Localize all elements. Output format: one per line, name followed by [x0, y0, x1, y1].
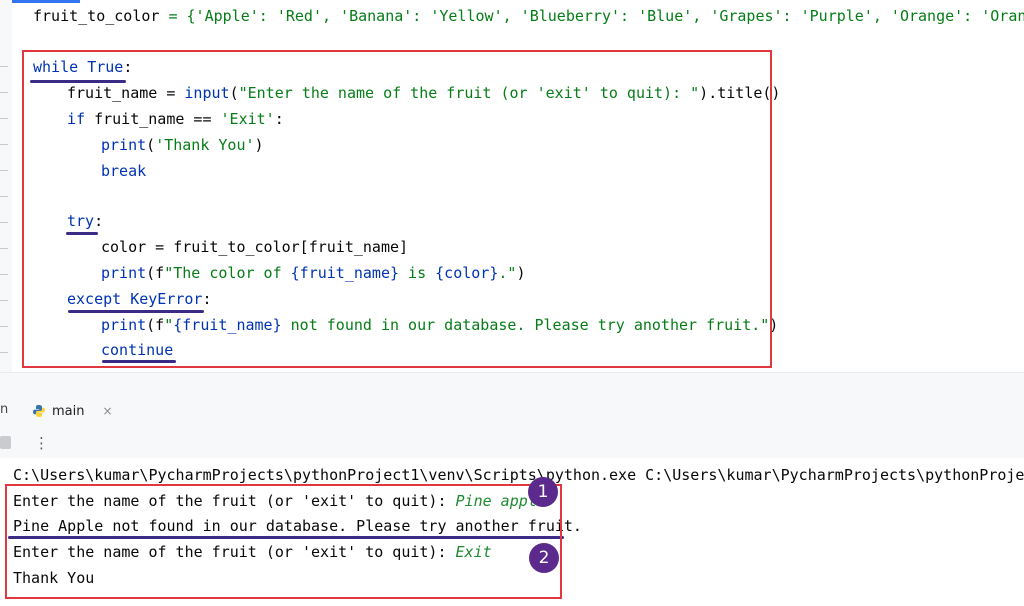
- python-icon: [33, 405, 45, 417]
- run-toolbar: ⋮: [0, 428, 1024, 458]
- run-tab-bar: n main ×: [0, 394, 1024, 429]
- gutter-mark: [0, 196, 8, 197]
- gutter-mark: [0, 144, 8, 145]
- editor-tab-indicator: [0, 0, 80, 3]
- panel-divider: [0, 372, 1024, 395]
- gutter-mark: [0, 300, 8, 301]
- code-line-dict: fruit_to_color = {'Apple': 'Red', 'Banan…: [33, 7, 1024, 25]
- dict-literal: = {'Apple': 'Red', 'Banana': 'Yellow', '…: [159, 7, 1024, 25]
- annotation-badge-1: 1: [528, 477, 558, 507]
- gutter-mark: [0, 222, 8, 223]
- gutter-mark: [0, 352, 8, 353]
- gutter-mark: [0, 274, 8, 275]
- highlight-box-console: [5, 484, 562, 599]
- gutter-mark: [0, 248, 8, 249]
- close-icon[interactable]: ×: [102, 404, 112, 418]
- run-tab-partial-label: n: [0, 402, 9, 417]
- annotation-badge-2: 2: [529, 543, 559, 573]
- gutter-mark: [0, 170, 8, 171]
- highlight-box-code: [22, 50, 772, 368]
- line-gutter: [0, 0, 12, 372]
- more-options-icon[interactable]: ⋮: [34, 434, 49, 452]
- tab-main-label: main: [52, 403, 85, 419]
- code-editor[interactable]: fruit_to_color = {'Apple': 'Red', 'Banan…: [0, 0, 1024, 372]
- tab-main[interactable]: main ×: [32, 399, 113, 423]
- var-name: fruit_to_color: [33, 7, 160, 25]
- stop-icon[interactable]: [0, 436, 11, 449]
- gutter-mark: [0, 66, 8, 67]
- console-path-line: C:\Users\kumar\PycharmProjects\pythonPro…: [13, 466, 1024, 484]
- gutter-mark: [0, 326, 8, 327]
- gutter-mark: [0, 92, 8, 93]
- gutter-mark: [0, 118, 8, 119]
